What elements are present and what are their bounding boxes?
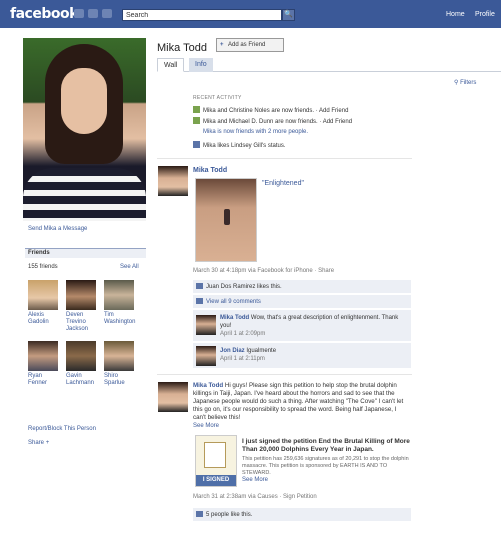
comment-avatar[interactable]	[196, 346, 216, 366]
friend-requests-icon[interactable]	[74, 9, 84, 18]
post-meta: March 31 at 2:38am via Causes · Sign Pet…	[193, 494, 317, 500]
friend-item[interactable]: Alexis Gadolin	[28, 280, 58, 326]
profile-face	[61, 68, 107, 134]
friend-name[interactable]: Tim Washington	[104, 312, 135, 326]
likes-row: 5 people like this.	[193, 508, 411, 522]
notifications-icon[interactable]	[102, 9, 112, 18]
nav-profile[interactable]: Profile	[475, 11, 495, 18]
post-author-avatar[interactable]	[158, 166, 188, 196]
friend-avatar[interactable]	[28, 341, 58, 371]
tattoo-mark	[224, 209, 230, 225]
like-icon	[193, 141, 200, 148]
friend-avatar[interactable]	[66, 341, 96, 371]
comment-row: Jon Diaz Igualmente April 1 at 2:11pm	[193, 343, 411, 369]
friend-name[interactable]: Deven Trevino Jackson	[66, 312, 96, 333]
recent-activity-title: RECENT ACTIVITY	[193, 95, 242, 101]
comment-body: Mika Todd Wow, that's a great descriptio…	[220, 314, 406, 338]
petition-see-more-link[interactable]: See More	[242, 477, 268, 483]
add-friend-label: Add as Friend	[228, 42, 266, 48]
post-photo[interactable]	[195, 178, 257, 262]
activity-text[interactable]: Mika and Christine Noles are now friends…	[203, 108, 348, 114]
friend-name[interactable]: Alexis Gadolin	[28, 312, 58, 326]
friend-item[interactable]: Gavin Lachmann	[66, 341, 96, 387]
see-more-link[interactable]: See More	[193, 423, 219, 429]
activity-item: Mika and Christine Noles are now friends…	[193, 106, 348, 115]
likes-text[interactable]: Juan Dos Ramirez likes this.	[206, 284, 282, 290]
view-comments-link[interactable]: View all 9 comments	[206, 299, 261, 305]
post-caption[interactable]: "Enlightened"	[262, 180, 304, 187]
likes-row: Juan Dos Ramirez likes this.	[193, 280, 411, 294]
share-label[interactable]: Share	[28, 440, 44, 446]
petition-thumbnail[interactable]: I SIGNED	[195, 435, 237, 487]
post-body: Hi guys! Please sign this petition to he…	[193, 382, 404, 421]
see-all-friends-link[interactable]: See All	[120, 264, 139, 270]
add-friend-icon: +	[220, 42, 224, 48]
activity-text[interactable]: Mika is now friends with 2 more people.	[203, 129, 308, 135]
friend-item[interactable]: Shiro Sparlue	[104, 341, 134, 387]
top-bar: facebook 🔍 Home Profile	[0, 0, 501, 28]
comment-time: April 1 at 2:09pm	[220, 331, 266, 337]
comments-icon	[196, 298, 203, 304]
search-input[interactable]	[122, 9, 282, 21]
profile-tabs: Wall Info	[157, 56, 501, 72]
tab-info[interactable]: Info	[189, 58, 213, 72]
post-text: Mika Todd Hi guys! Please sign this peti…	[193, 382, 411, 422]
feed-divider	[157, 374, 412, 375]
messages-icon[interactable]	[88, 9, 98, 18]
petition-description: This petition has 259,636 signatures as …	[242, 456, 409, 476]
add-friend-button[interactable]: + Add as Friend	[216, 38, 284, 52]
filters-link[interactable]: ⚲ Filters	[454, 79, 476, 86]
send-message-link[interactable]: Send Mika a Message	[28, 226, 87, 232]
friends-icon	[193, 106, 200, 113]
profile-picture[interactable]	[23, 38, 146, 221]
facebook-logo[interactable]: facebook	[10, 6, 78, 22]
post-author-name[interactable]: Mika Todd	[193, 382, 223, 389]
petition-document-icon	[204, 442, 226, 468]
friends-icon	[193, 117, 200, 124]
friend-avatar[interactable]	[66, 280, 96, 310]
nav-home[interactable]: Home	[446, 11, 465, 18]
share-plus-icon: +	[45, 440, 50, 446]
petition-signed-badge: I SIGNED	[196, 475, 236, 486]
comment-row: Mika Todd Wow, that's a great descriptio…	[193, 310, 411, 342]
post-meta: March 30 at 4:18pm via Facebook for iPho…	[193, 268, 335, 274]
friend-item[interactable]: Deven Trevino Jackson	[66, 280, 96, 333]
friend-item[interactable]: Ryan Fenner	[28, 341, 58, 387]
petition-title[interactable]: I just signed the petition End the Bruta…	[242, 438, 410, 454]
activity-text[interactable]: Mika and Michael D. Dunn are now friends…	[203, 119, 352, 125]
activity-item: Mika and Michael D. Dunn are now friends…	[193, 117, 352, 126]
friends-box-title: Friends	[25, 248, 146, 258]
friend-name[interactable]: Ryan Fenner	[28, 373, 58, 387]
tab-wall[interactable]: Wall	[157, 58, 185, 72]
view-comments-row: View all 9 comments	[193, 295, 411, 309]
friend-avatar[interactable]	[28, 280, 58, 310]
share-profile-button[interactable]: Share +	[28, 440, 49, 446]
feed-divider	[157, 158, 412, 159]
likes-text[interactable]: 5 people like this.	[206, 512, 252, 518]
comment-body: Jon Diaz Igualmente April 1 at 2:11pm	[220, 347, 406, 363]
activity-item: Mika likes Lindsey Gill's status.	[193, 141, 286, 150]
post-author-name[interactable]: Mika Todd	[193, 167, 227, 174]
comment-avatar[interactable]	[196, 315, 216, 335]
profile-name: Mika Todd	[157, 42, 207, 54]
filters-label: Filters	[460, 80, 477, 86]
comment-author[interactable]: Mika Todd	[220, 315, 249, 321]
activity-text[interactable]: Mika likes Lindsey Gill's status.	[203, 143, 286, 149]
friend-count[interactable]: 155 friends	[28, 264, 58, 270]
report-block-link[interactable]: Report/Block This Person	[28, 426, 96, 432]
comment-author[interactable]: Jon Diaz	[220, 348, 245, 354]
friend-avatar[interactable]	[104, 341, 134, 371]
friend-name[interactable]: Gavin Lachmann	[66, 373, 96, 387]
search-button[interactable]: 🔍	[282, 9, 295, 21]
activity-item: Mika is now friends with 2 more people.	[203, 128, 308, 136]
profile-shirt	[23, 168, 146, 221]
post-author-avatar[interactable]	[158, 382, 188, 412]
thumbs-up-icon	[196, 283, 203, 289]
friend-name[interactable]: Shiro Sparlue	[104, 373, 134, 387]
comment-text: Igualmente	[246, 348, 277, 354]
thumbs-up-icon	[196, 511, 203, 517]
friend-item[interactable]: Tim Washington	[104, 280, 135, 326]
comment-time: April 1 at 2:11pm	[220, 356, 265, 362]
friend-avatar[interactable]	[104, 280, 134, 310]
